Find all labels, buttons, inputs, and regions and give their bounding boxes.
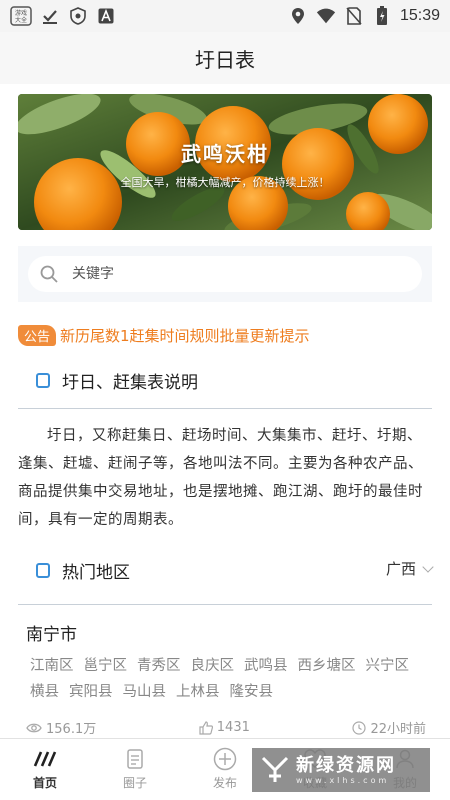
svg-text:游戏: 游戏 (15, 9, 27, 17)
city-stats: 156.1万 1431 22小时前 (26, 718, 426, 737)
nav-label: 发布 (212, 776, 237, 790)
divider (18, 604, 432, 605)
watermark-text: 新绿资源网 (296, 754, 396, 776)
search-icon (40, 265, 58, 283)
watermark: 新绿资源网 www.xlhs.com (252, 748, 430, 792)
district-item[interactable]: 上林县 (176, 682, 220, 702)
district-item[interactable]: 隆安县 (230, 682, 274, 702)
battery-icon (372, 6, 392, 26)
district-item[interactable]: 兴宁区 (366, 656, 410, 676)
banner-subtitle: 全国大旱，柑橘大幅减产，价格持续上涨！ (120, 176, 330, 189)
thumbs-up-icon (199, 720, 213, 735)
intro-description: 圩日，又称赶集日、赶场时间、大集集市、赶圩、圩期、逢集、赶墟、赶闹子等，各地叫法… (18, 428, 423, 528)
views-count: 156.1万 (46, 722, 97, 737)
shield-icon (68, 6, 88, 26)
plus-circle-icon (213, 747, 237, 771)
likes-stat[interactable]: 1431 (199, 718, 250, 737)
district-item[interactable]: 宾阳县 (69, 682, 113, 702)
district-item[interactable]: 西乡塘区 (298, 656, 356, 676)
time-stat: 22小时前 (352, 718, 426, 737)
notice-text[interactable]: 新历尾数1赶集时间规则批量更新提示 (60, 325, 310, 346)
wifi-icon (316, 6, 336, 26)
search-input[interactable] (72, 266, 372, 282)
square-bullet-icon (36, 373, 50, 388)
header: 圩日表 (0, 32, 450, 84)
clock-icon (352, 720, 367, 735)
time-ago: 22小时前 (370, 722, 426, 737)
nav-item-publish[interactable]: 发布 (190, 747, 260, 791)
nav-label: 首页 (32, 776, 57, 790)
download-check-icon (40, 6, 60, 26)
status-left: 游戏 大全 (10, 6, 116, 26)
watermark-logo-icon (260, 755, 290, 785)
hot-region-title: 热门地区 (62, 563, 130, 583)
district-item[interactable]: 武鸣县 (244, 656, 288, 676)
status-right: 15:39 (288, 6, 440, 26)
district-item[interactable]: 马山县 (123, 682, 167, 702)
app-badge-icon: 游戏 大全 (10, 6, 32, 26)
banner-title: 武鸣沃柑 (181, 142, 269, 166)
no-sim-icon (344, 6, 364, 26)
search-box[interactable] (28, 256, 422, 292)
status-bar: 游戏 大全 15:39 (0, 0, 450, 32)
intro-section-header: 圩日、赶集表说明 (36, 368, 198, 393)
notice-badge: 公告 (18, 325, 57, 346)
chevron-down-icon (422, 560, 434, 573)
region-dropdown[interactable]: 广西 (385, 558, 434, 579)
intro-section-title: 圩日、赶集表说明 (62, 373, 198, 393)
search-area (18, 246, 432, 302)
district-item[interactable]: 良庆区 (191, 656, 235, 676)
watermark-url: www.xlhs.com (296, 775, 390, 785)
likes-count: 1431 (216, 720, 250, 735)
district-list: 江南区 邕宁区 青秀区 良庆区 武鸣县 西乡塘区 兴宁区 横县 宾阳县 马山县 … (30, 656, 410, 702)
promo-banner[interactable]: 武鸣沃柑 全国大旱，柑橘大幅减产，价格持续上涨！ (18, 94, 432, 230)
home-slashes-icon (33, 748, 57, 770)
district-item[interactable]: 青秀区 (137, 656, 181, 676)
status-time: 15:39 (399, 7, 440, 24)
nav-label: 圈子 (122, 776, 147, 790)
views-stat: 156.1万 (26, 718, 96, 737)
page-title: 圩日表 (195, 47, 255, 72)
notice-bar[interactable]: 公告 新历尾数1赶集时间规则批量更新提示 (18, 325, 310, 346)
city-name[interactable]: 南宁市 (26, 620, 77, 645)
district-item[interactable]: 横县 (30, 682, 59, 702)
square-bullet-icon (36, 563, 50, 578)
region-selected: 广西 (385, 560, 416, 578)
nav-item-home[interactable]: 首页 (10, 748, 80, 791)
divider (18, 408, 432, 409)
district-item[interactable]: 江南区 (30, 656, 74, 676)
nav-item-circle[interactable]: 圈子 (100, 748, 170, 791)
document-icon (127, 748, 143, 770)
district-item[interactable]: 邕宁区 (84, 656, 128, 676)
location-icon (288, 6, 308, 26)
svg-text:大全: 大全 (15, 16, 27, 24)
hot-region-header: 热门地区 (36, 558, 130, 583)
a-icon (96, 6, 116, 26)
eye-icon (26, 722, 42, 734)
